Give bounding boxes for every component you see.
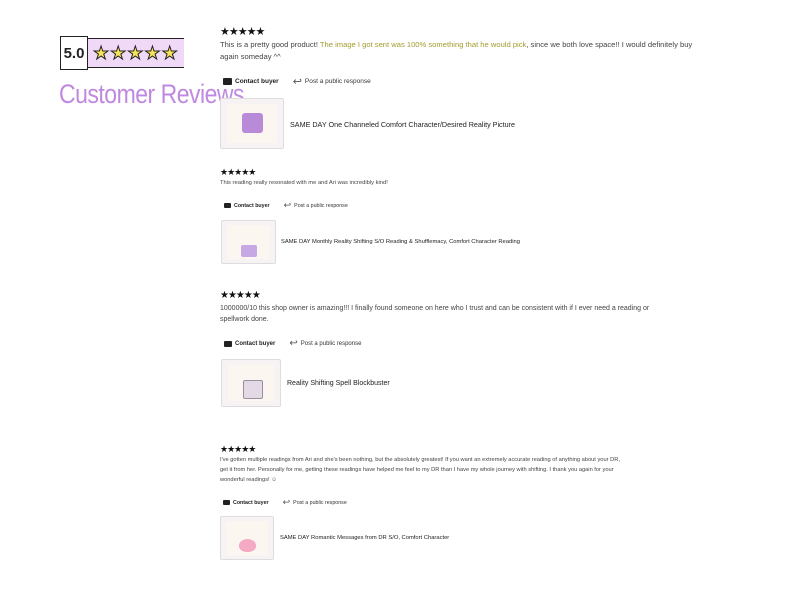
post-response-button[interactable]: ↩ Post a public response	[293, 75, 371, 88]
reply-icon: ↩	[282, 497, 291, 507]
review-stars: ★★★★★	[220, 290, 261, 301]
star-icon: ★	[161, 43, 178, 63]
review-card: ★★★★★ 1000000/10 this shop owner is amaz…	[220, 290, 665, 325]
mail-icon	[223, 500, 230, 505]
product-title[interactable]: Reality Shifting Spell Blockbuster	[287, 380, 390, 387]
rating-badge: 5.0 ★ ★ ★ ★ ★	[60, 35, 200, 72]
product-thumbnail[interactable]	[221, 359, 281, 407]
product-image	[241, 245, 257, 257]
product-image	[243, 380, 263, 399]
product-image	[239, 539, 256, 552]
review-text: This is a pretty good product! The image…	[220, 40, 693, 61]
mail-icon	[224, 340, 232, 347]
review-card: ★★★★★ This reading really resonated with…	[220, 167, 660, 188]
review-highlight: The image I got sent was 100% something …	[319, 40, 527, 49]
contact-buyer-button[interactable]: Contact buyer	[223, 78, 279, 85]
post-response-button[interactable]: ↩ Post a public response	[284, 200, 348, 211]
review-actions: Contact buyer ↩ Post a public response	[223, 75, 385, 88]
product-thumbnail[interactable]	[220, 98, 284, 149]
mail-icon	[223, 78, 232, 85]
rating-stars-bar: ★ ★ ★ ★ ★	[87, 38, 184, 68]
star-icon: ★	[92, 43, 110, 63]
product-title[interactable]: SAME DAY One Channeled Comfort Character…	[290, 120, 515, 129]
review-stars: ★★★★★	[220, 167, 256, 177]
review-card: ★★★★★ This is a pretty good product! The…	[220, 25, 700, 63]
review-card: ★★★★★ I've gotten multiple readings from…	[220, 444, 620, 485]
reply-icon: ↩	[292, 76, 302, 88]
reply-icon: ↩	[283, 200, 292, 210]
review-actions: Contact buyer ↩ Post a public response	[224, 338, 375, 349]
contact-buyer-button[interactable]: Contact buyer	[223, 500, 269, 506]
post-response-button[interactable]: ↩ Post a public response	[283, 497, 347, 508]
product-title[interactable]: SAME DAY Romantic Messages from DR S/O, …	[280, 535, 449, 541]
contact-buyer-button[interactable]: Contact buyer	[224, 340, 275, 347]
post-response-button[interactable]: ↩ Post a public response	[289, 338, 361, 349]
star-icon: ★	[110, 43, 127, 63]
product-thumbnail[interactable]	[221, 220, 276, 264]
product-image	[242, 113, 263, 133]
product-title[interactable]: SAME DAY Monthly Reality Shifting S/O Re…	[281, 239, 520, 245]
mail-icon	[224, 203, 231, 208]
review-stars: ★★★★★	[220, 26, 265, 38]
star-icon: ★	[144, 43, 161, 63]
product-thumbnail[interactable]	[220, 516, 274, 560]
review-text: This reading really resonated with me an…	[220, 180, 388, 186]
review-stars: ★★★★★	[220, 444, 256, 454]
review-actions: Contact buyer ↩ Post a public response	[224, 200, 362, 211]
review-text: I've gotten multiple readings from Ari a…	[220, 457, 620, 483]
section-title: Customer Reviews	[59, 78, 245, 109]
review-actions: Contact buyer ↩ Post a public response	[223, 497, 361, 508]
rating-score: 5.0	[60, 36, 88, 70]
contact-buyer-button[interactable]: Contact buyer	[224, 203, 270, 209]
review-text: 1000000/10 this shop owner is amazing!!!…	[220, 305, 650, 323]
reply-icon: ↩	[289, 338, 298, 349]
star-icon: ★	[127, 43, 144, 63]
